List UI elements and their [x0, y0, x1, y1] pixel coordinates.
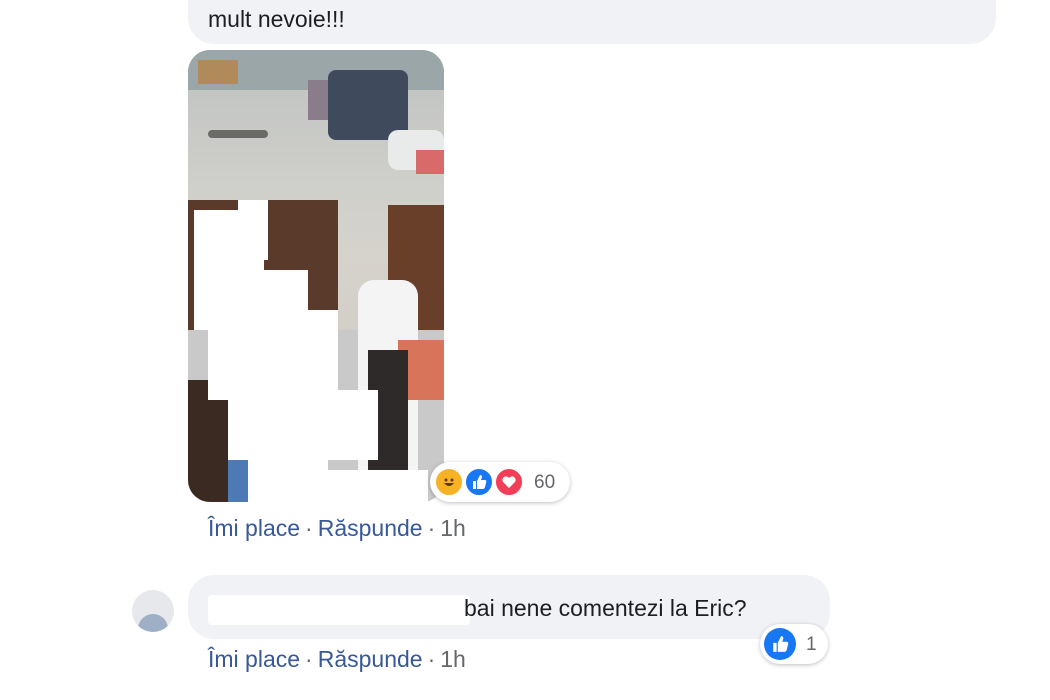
- reply-link[interactable]: Răspunde: [318, 515, 423, 541]
- reply-link[interactable]: Răspunde: [318, 646, 423, 672]
- reactions-summary[interactable]: 1: [760, 624, 828, 664]
- like-link[interactable]: Îmi place: [208, 515, 300, 541]
- comment-text: bai nene comentezi la Eric?: [464, 595, 747, 621]
- separator: ·: [427, 646, 436, 672]
- redacted-name: [208, 595, 470, 625]
- comment-bubble: bai nene comentezi la Eric?: [188, 575, 830, 639]
- like-icon: [464, 467, 494, 497]
- separator: ·: [305, 646, 313, 672]
- love-icon: [494, 467, 524, 497]
- comment-photo[interactable]: [188, 50, 444, 502]
- like-link[interactable]: Îmi place: [208, 646, 300, 672]
- reaction-count: 60: [534, 472, 556, 493]
- comment-bubble: mult nevoie!!!: [188, 0, 996, 44]
- timestamp[interactable]: 1h: [440, 646, 466, 672]
- like-icon: [764, 628, 796, 660]
- comment-actions: Îmi place · Răspunde · 1h: [208, 646, 466, 673]
- separator: ·: [305, 515, 313, 541]
- reaction-count: 1: [806, 634, 817, 655]
- comment-actions: Îmi place · Răspunde · 1h: [208, 515, 466, 542]
- reactions-summary[interactable]: 60: [430, 462, 570, 502]
- timestamp[interactable]: 1h: [440, 515, 466, 541]
- avatar[interactable]: [132, 590, 174, 632]
- comment-text: mult nevoie!!!: [208, 6, 345, 32]
- separator: ·: [427, 515, 436, 541]
- haha-icon: [434, 467, 464, 497]
